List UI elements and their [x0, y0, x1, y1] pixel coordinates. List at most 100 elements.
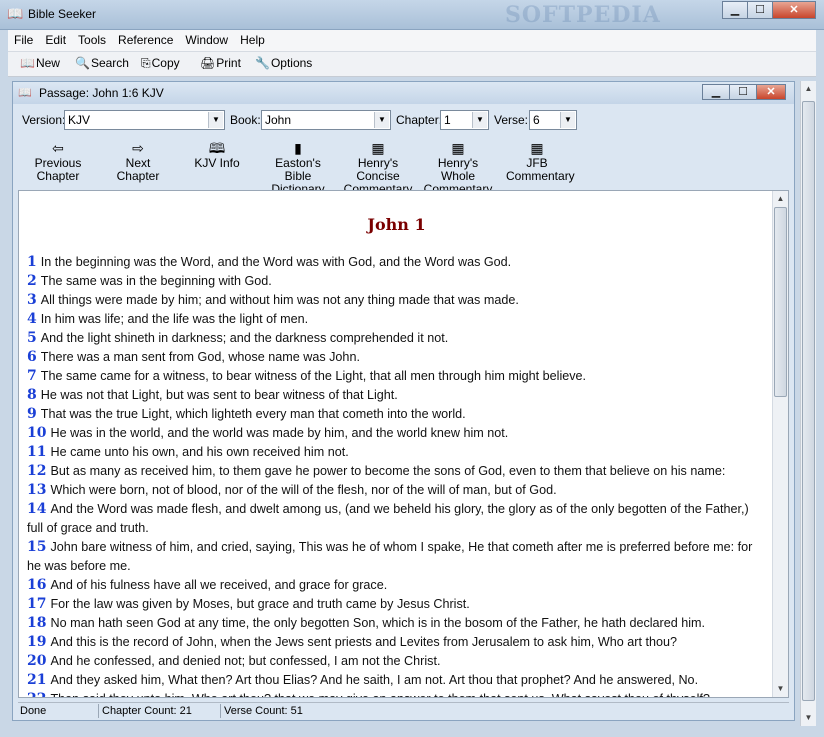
- book-select[interactable]: John ▼: [261, 110, 391, 130]
- verse-number[interactable]: 9: [27, 406, 37, 422]
- main-scrollbar[interactable]: ▲ ▼: [800, 81, 816, 726]
- verse-select[interactable]: 6 ▼: [529, 110, 577, 130]
- content-scrollbar[interactable]: ▲ ▼: [772, 191, 788, 697]
- kjv-info-button[interactable]: 🕮 KJV Info: [194, 139, 240, 170]
- verse-item: 18 No man hath seen God at any time, the …: [27, 614, 767, 633]
- jfb-commentary-button[interactable]: ▦ JFB Commentary: [506, 139, 575, 183]
- open-book-icon: 🕮: [208, 140, 226, 156]
- verse-number[interactable]: 7: [27, 368, 37, 384]
- verse-item: 15 John bare witness of him, and cried, s…: [27, 538, 767, 576]
- menu-window[interactable]: Window: [179, 30, 234, 47]
- bible-app-icon: 📖: [7, 6, 24, 21]
- verse-text: Then said they unto him, Who art thou? t…: [50, 692, 709, 697]
- verse-text: There was a man sent from God, whose nam…: [40, 350, 360, 364]
- verse-number[interactable]: 6: [27, 349, 37, 365]
- verse-number[interactable]: 17: [27, 596, 46, 612]
- version-select[interactable]: KJV ▼: [64, 110, 225, 130]
- henrys-concise-button[interactable]: ▦ Henry's Concise Commentary: [338, 139, 418, 196]
- passage-window: 📖 Passage: John 1:6 KJV ▁ ☐ ✕ Version: K…: [12, 81, 795, 721]
- next-chapter-button[interactable]: ⇨ Next Chapter: [113, 139, 163, 183]
- passage-minimize-button[interactable]: ▁: [702, 84, 730, 100]
- new-button[interactable]: 📖New: [20, 56, 60, 70]
- options-label: Options: [270, 56, 313, 70]
- passage-close-button[interactable]: ✕: [756, 84, 786, 100]
- verse-text: And the Word was made flesh, and dwelt a…: [27, 502, 749, 535]
- verse-item: 5 And the light shineth in darkness; and …: [27, 329, 767, 348]
- chevron-down-icon[interactable]: ▼: [208, 112, 223, 128]
- prev-line1: Previous: [34, 156, 82, 170]
- copy-label: Copy: [151, 56, 180, 70]
- chapter-select[interactable]: 1 ▼: [440, 110, 489, 130]
- verse-number[interactable]: 18: [27, 615, 46, 631]
- verse-item: 1 In the beginning was the Word, and the …: [27, 253, 767, 272]
- verse-item: 7 The same came for a witness, to bear wi…: [27, 367, 767, 386]
- verse-item: 20 And he confessed, and denied not; but …: [27, 652, 767, 671]
- menu-file[interactable]: File: [8, 30, 39, 47]
- scroll-up-icon[interactable]: ▲: [801, 81, 816, 97]
- verse-number[interactable]: 11: [27, 444, 46, 460]
- window-controls: ▁ ☐ ✕: [722, 1, 816, 19]
- menu-tools[interactable]: Tools: [72, 30, 112, 47]
- navigation-bar: ⇦ Previous Chapter ⇨ Next Chapter 🕮 KJV …: [13, 136, 794, 196]
- verse-item: 11 He came unto his own, and his own rece…: [27, 443, 767, 462]
- search-button[interactable]: 🔍Search: [75, 56, 129, 70]
- previous-chapter-button[interactable]: ⇦ Previous Chapter: [33, 139, 83, 183]
- verse-number[interactable]: 4: [27, 311, 37, 327]
- status-divider: [220, 704, 221, 718]
- verse-count: Verse Count: 51: [224, 705, 303, 717]
- verse-number[interactable]: 1: [27, 254, 37, 270]
- close-button[interactable]: ✕: [772, 1, 816, 19]
- verse-number[interactable]: 16: [27, 577, 46, 593]
- verse-number[interactable]: 22: [27, 691, 46, 697]
- verse-number[interactable]: 13: [27, 482, 46, 498]
- scroll-thumb[interactable]: [774, 207, 787, 397]
- books-icon: ▦: [371, 140, 385, 156]
- verse-item: 8 He was not that Light, but was sent to …: [27, 386, 767, 405]
- henrys-whole-button[interactable]: ▦ Henry's Whole Commentary: [420, 139, 496, 196]
- verse-text: But as many as received him, to them gav…: [50, 464, 726, 478]
- passage-maximize-button[interactable]: ☐: [729, 84, 757, 100]
- chapter-value: 1: [444, 113, 451, 127]
- maximize-button[interactable]: ☐: [747, 1, 773, 19]
- verse-number[interactable]: 19: [27, 634, 46, 650]
- book-icon: 📖: [20, 56, 35, 70]
- verse-number[interactable]: 12: [27, 463, 46, 479]
- book-icon: 📖: [18, 87, 32, 99]
- version-label: Version:: [22, 113, 66, 127]
- verse-item: 13 Which were born, not of blood, nor of …: [27, 481, 767, 500]
- scroll-thumb[interactable]: [802, 101, 815, 701]
- verse-number[interactable]: 14: [27, 501, 46, 517]
- menu-reference[interactable]: Reference: [112, 30, 179, 47]
- verse-text: And they asked him, What then? Art thou …: [50, 673, 699, 687]
- scroll-up-icon[interactable]: ▲: [773, 191, 788, 207]
- watermark: SOFTPEDIA: [505, 2, 661, 28]
- verse-number[interactable]: 21: [27, 672, 46, 688]
- books-icon: ▦: [530, 140, 544, 156]
- verse-number[interactable]: 3: [27, 292, 37, 308]
- print-label: Print: [216, 56, 241, 70]
- verse-number[interactable]: 5: [27, 330, 37, 346]
- verse-number[interactable]: 10: [27, 425, 46, 441]
- verse-text: In him was life; and the life was the li…: [40, 312, 309, 326]
- copy-icon: ⎘: [141, 56, 151, 70]
- chevron-down-icon[interactable]: ▼: [560, 112, 575, 128]
- minimize-button[interactable]: ▁: [722, 1, 748, 19]
- eastons-dictionary-button[interactable]: ▮ Easton's Bible Dictionary: [261, 139, 335, 196]
- search-icon: 🔍: [75, 56, 90, 70]
- print-button[interactable]: 🖨Print: [200, 56, 241, 70]
- copy-button[interactable]: ⎘Copy: [141, 56, 180, 71]
- options-button[interactable]: 🔧Options: [255, 56, 312, 70]
- scroll-down-icon[interactable]: ▼: [773, 681, 788, 697]
- menu-edit[interactable]: Edit: [39, 30, 72, 47]
- scroll-down-icon[interactable]: ▼: [801, 710, 816, 726]
- chevron-down-icon[interactable]: ▼: [472, 112, 487, 128]
- chevron-down-icon[interactable]: ▼: [374, 112, 389, 128]
- verse-number[interactable]: 2: [27, 273, 37, 289]
- verse-number[interactable]: 8: [27, 387, 37, 403]
- verse-text: And this is the record of John, when the…: [50, 635, 677, 649]
- verse-item: 10 He was in the world, and the world was…: [27, 424, 767, 443]
- verse-number[interactable]: 15: [27, 539, 46, 555]
- prev-line2: Chapter: [36, 169, 80, 183]
- verse-number[interactable]: 20: [27, 653, 46, 669]
- menu-help[interactable]: Help: [234, 30, 271, 47]
